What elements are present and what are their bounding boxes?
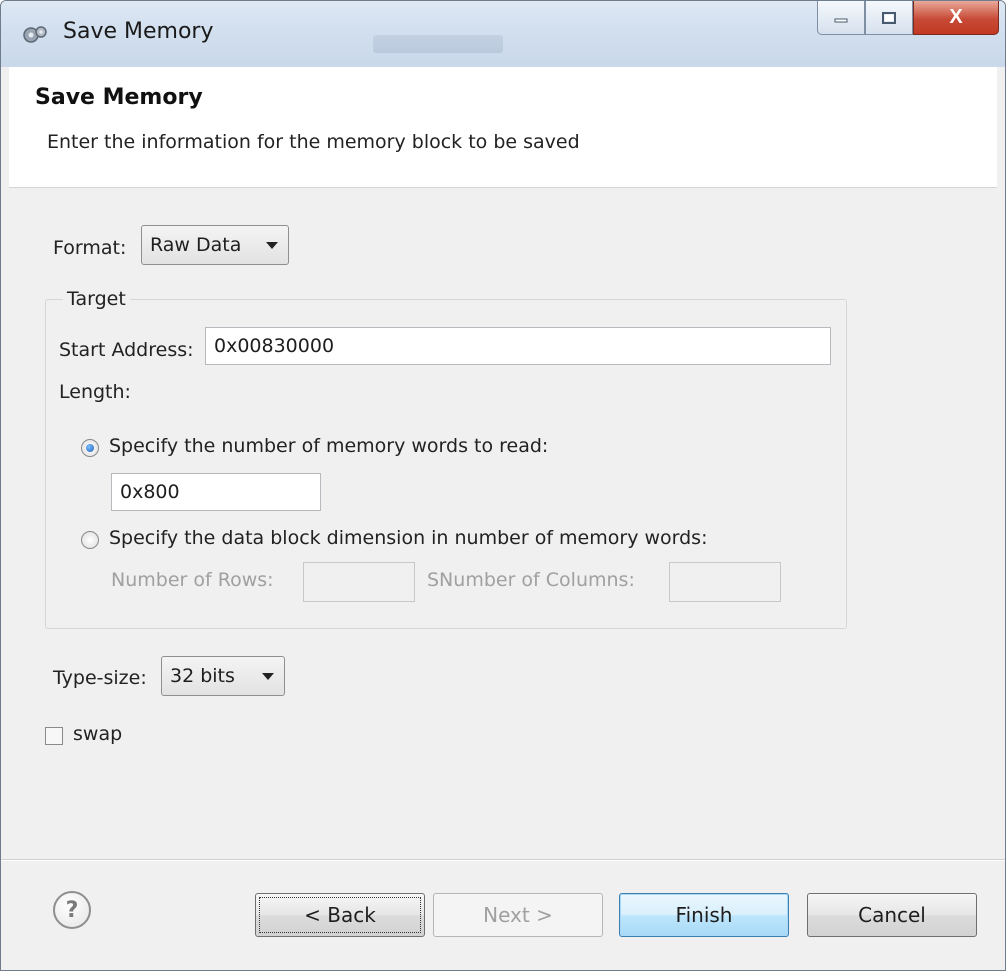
close-button[interactable]: X (913, 1, 999, 35)
format-value: Raw Data (150, 234, 242, 256)
radio-number-of-words-label[interactable]: Specify the number of memory words to re… (109, 435, 548, 457)
type-size-dropdown[interactable]: 32 bits (161, 656, 285, 696)
swap-checkbox[interactable] (45, 727, 63, 745)
background-window-tab (373, 35, 503, 53)
radio-block-dimension[interactable] (81, 531, 99, 549)
target-group-title: Target (63, 288, 130, 310)
wizard-header: Save Memory Enter the information for th… (9, 67, 997, 188)
save-memory-dialog: Save Memory X Save Memory Enter the info… (0, 0, 1006, 971)
columns-label: SNumber of Columns: (427, 569, 635, 591)
start-address-input[interactable]: 0x00830000 (205, 327, 831, 365)
type-size-label: Type-size: (53, 667, 147, 689)
chevron-down-icon (262, 673, 274, 680)
type-size-value: 32 bits (170, 665, 235, 687)
next-button-label: Next > (483, 903, 553, 927)
rows-label: Number of Rows: (111, 569, 274, 591)
cancel-button[interactable]: Cancel (807, 893, 977, 937)
back-button[interactable]: < Back (255, 893, 425, 937)
words-count-input[interactable]: 0x800 (111, 473, 321, 511)
minimize-button[interactable] (817, 1, 865, 35)
help-button[interactable]: ? (53, 891, 91, 929)
minimize-icon (834, 18, 848, 22)
maximize-icon (882, 11, 896, 24)
radio-number-of-words[interactable] (81, 439, 99, 457)
rows-input[interactable] (303, 562, 415, 602)
chevron-down-icon (266, 242, 278, 249)
start-address-label: Start Address: (59, 339, 194, 361)
finish-button-label: Finish (675, 903, 733, 927)
columns-input[interactable] (669, 562, 781, 602)
footer-separator (1, 859, 1005, 861)
title-bar[interactable]: Save Memory X (1, 1, 1005, 67)
window-controls: X (817, 1, 999, 35)
format-label: Format: (53, 237, 127, 259)
radio-block-dimension-label[interactable]: Specify the data block dimension in numb… (109, 527, 707, 549)
app-icon (23, 26, 47, 43)
close-icon: X (949, 6, 963, 28)
back-button-label: < Back (304, 903, 376, 927)
next-button[interactable]: Next > (433, 893, 603, 937)
length-label: Length: (59, 381, 131, 403)
cancel-button-label: Cancel (858, 903, 926, 927)
window-title: Save Memory (63, 19, 214, 44)
page-description: Enter the information for the memory blo… (47, 131, 580, 153)
finish-button[interactable]: Finish (619, 893, 789, 937)
help-icon: ? (65, 897, 79, 923)
maximize-button[interactable] (865, 1, 913, 35)
page-heading: Save Memory (35, 85, 203, 110)
format-dropdown[interactable]: Raw Data (141, 225, 289, 265)
swap-label[interactable]: swap (73, 723, 122, 745)
